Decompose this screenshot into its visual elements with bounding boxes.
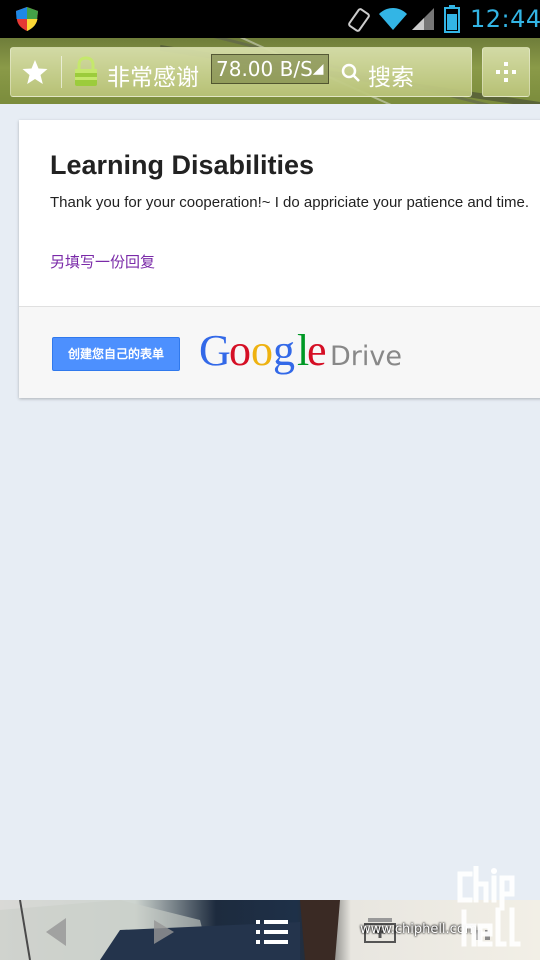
card-footer: 创建您自己的表单 Google Drive	[19, 307, 540, 398]
battery-icon	[444, 5, 460, 38]
submit-another-response-link[interactable]: 另填写一份回复	[50, 251, 155, 272]
page-title[interactable]: 非常感谢	[107, 58, 199, 92]
chiphell-watermark-logo	[457, 866, 521, 947]
google-logo-letter: g	[273, 329, 295, 375]
drive-wordmark: Drive	[330, 341, 402, 372]
form-response-card: Learning Disabilities Thank you for your…	[19, 120, 540, 398]
overflow-menu-button[interactable]	[482, 47, 530, 97]
form-heading: Learning Disabilities	[50, 150, 315, 180]
search-label[interactable]: 搜索	[368, 58, 414, 92]
lock-icon	[73, 56, 99, 93]
google-logo-letter: G	[199, 329, 231, 375]
star-icon[interactable]	[21, 58, 49, 91]
signal-icon	[410, 6, 436, 37]
create-own-form-button[interactable]: 创建您自己的表单	[52, 337, 180, 371]
browser-toolbar: 非常感谢 78.00 B/S◢ 搜索	[0, 38, 540, 104]
network-speed-value: 78.00 B/S	[216, 57, 313, 81]
rss-icon: ◢	[312, 61, 324, 77]
network-speed-indicator: 78.00 B/S◢	[211, 54, 329, 84]
url-bar-divider	[61, 56, 62, 88]
back-icon[interactable]	[42, 916, 68, 953]
status-clock: 12:44	[470, 5, 540, 33]
wifi-icon	[378, 6, 408, 37]
confirmation-message: Thank you for your cooperation!~ I do ap…	[50, 194, 530, 211]
search-icon[interactable]	[341, 63, 361, 88]
google-logo-letter: o	[251, 329, 273, 375]
url-bar[interactable]: 非常感谢 78.00 B/S◢ 搜索	[10, 47, 472, 97]
bookmarks-list-icon[interactable]	[256, 918, 288, 951]
google-logo-letter: e	[307, 329, 327, 375]
shield-icon	[14, 6, 40, 37]
google-logo-letter: o	[229, 329, 251, 375]
overflow-menu-icon	[496, 62, 516, 82]
forward-icon[interactable]	[152, 918, 176, 951]
status-bar: 12:44	[0, 0, 540, 38]
google-drive-logo: Go o g le Drive	[199, 329, 402, 375]
auto-rotate-icon	[346, 7, 372, 38]
